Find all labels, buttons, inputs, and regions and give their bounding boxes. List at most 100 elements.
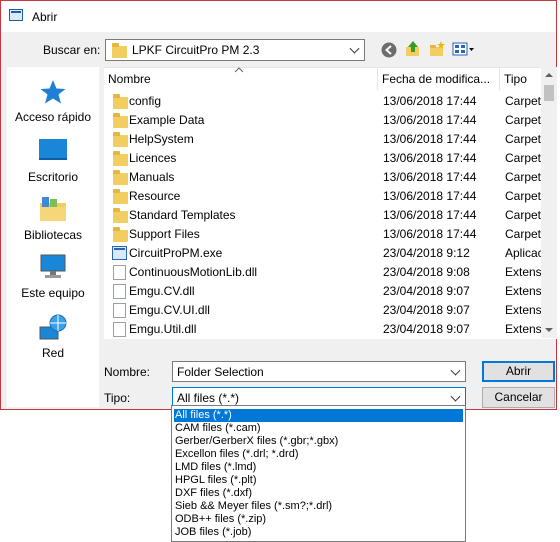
file-date: 13/06/2018 17:44 [383,227,477,241]
file-type: Carpeta [505,227,541,241]
sidebar-item-label: Red [41,346,64,360]
open-button[interactable]: Abrir [482,361,555,382]
file-date: 23/04/2018 9:12 [383,246,470,260]
file-name: Resource [129,189,181,203]
places-sidebar: Acceso rápido Escritorio Bibliotecas Est… [7,67,99,407]
chevron-down-icon[interactable] [450,365,461,376]
file-row[interactable]: Resource 13/06/2018 17:44 Carpeta [104,187,541,206]
filetype-label: Tipo: [104,391,131,405]
folder-icon [113,113,128,128]
chevron-down-icon [349,43,360,54]
sidebar-item-label: Este equipo [21,286,85,300]
file-row[interactable]: Emgu.Util.dll 23/04/2018 9:07 Extensión [104,320,541,339]
sidebar-item-network[interactable]: Red [7,313,99,360]
chevron-down-icon [450,391,461,402]
column-header-name[interactable]: Nombre [104,68,378,90]
file-name: Emgu.CV.dll [129,284,195,298]
file-row[interactable]: config 13/06/2018 17:44 Carpeta [104,92,541,111]
file-date: 13/06/2018 17:44 [383,170,477,184]
file-date: 13/06/2018 17:44 [383,113,477,127]
new-folder-icon[interactable] [428,40,446,58]
sidebar-item-label: Escritorio [27,170,78,184]
file-type: Extensión [505,303,541,317]
file-date: 13/06/2018 17:44 [383,94,477,108]
filetype-option[interactable]: Gerber/GerberX files (*.gbr;*.gbx) [174,435,463,448]
file-date: 13/06/2018 17:44 [383,208,477,222]
file-date: 23/04/2018 9:07 [383,322,470,336]
network-icon [39,314,67,340]
filename-value: Folder Selection [177,365,264,379]
back-arrow-icon[interactable] [380,41,398,59]
location-label: Buscar en: [43,43,101,57]
folder-icon [113,189,128,204]
file-row[interactable]: Example Data 13/06/2018 17:44 Carpeta [104,111,541,130]
folder-icon [113,132,128,147]
file-type: Extensión [505,322,541,336]
file-name: Support Files [129,227,200,241]
file-type: Aplicación [505,246,541,260]
sidebar-item-desktop[interactable]: Escritorio [7,137,99,184]
file-type: Carpeta [505,132,541,146]
file-row[interactable]: Emgu.CV.dll 23/04/2018 9:07 Extensión [104,282,541,301]
filetype-option[interactable]: LMD files (*.lmd) [174,461,463,474]
column-header-date[interactable]: Fecha de modifica... [378,68,500,90]
folder-icon [112,43,127,58]
scroll-down-icon[interactable] [545,328,553,332]
filetype-option[interactable]: HPGL files (*.plt) [174,474,463,487]
sidebar-item-this-pc[interactable]: Este equipo [7,253,99,300]
sidebar-item-quick-access[interactable]: Acceso rápido [7,79,99,124]
cancel-button[interactable]: Cancelar [482,387,555,408]
filename-input[interactable]: Folder Selection [172,361,466,382]
filetype-option[interactable]: Sieb && Meyer files (*.sm?;*.drl) [174,500,463,513]
file-name: Manuals [129,170,175,184]
file-row[interactable]: HelpSystem 13/06/2018 17:44 Carpeta [104,130,541,149]
filetype-option[interactable]: DXF files (*.dxf) [174,487,463,500]
window-icon [9,9,23,21]
filetype-option[interactable]: All files (*.*) [174,409,463,422]
filetype-value: All files (*.*) [177,391,240,405]
folder-icon [113,208,128,223]
location-value: LPKF CircuitPro PM 2.3 [132,43,260,57]
file-type: Extensión [505,284,541,298]
dll-file-icon [113,322,126,337]
file-row[interactable]: ContinuousMotionLib.dll 23/04/2018 9:08 Ex… [104,263,541,282]
file-name: Licences [129,151,177,165]
window-title: Abrir [32,10,58,24]
file-name: Emgu.Util.dll [129,322,197,336]
file-type: Carpeta [505,151,541,165]
filetype-option[interactable]: CAM files (*.cam) [174,422,463,435]
desktop-icon [39,139,67,160]
column-header-type[interactable]: Tipo [500,68,541,90]
dll-file-icon [113,303,126,318]
filetype-option[interactable]: Excellon files (*.drl; *.drd) [174,448,463,461]
filetype-option[interactable]: JOB files (*.job) [174,526,463,539]
file-type: Extensión [505,265,541,279]
file-row[interactable]: Support Files 13/06/2018 17:44 Carpeta [104,225,541,244]
scroll-up-icon[interactable] [545,73,553,77]
filename-label: Nombre: [104,365,151,379]
file-list[interactable]: Nombre Fecha de modifica... Tipo config 1… [104,67,557,339]
file-row[interactable]: Licences 13/06/2018 17:44 Carpeta [104,149,541,168]
file-row[interactable]: Manuals 13/06/2018 17:44 Carpeta [104,168,541,187]
file-name: config [129,94,162,108]
file-date: 23/04/2018 9:07 [383,303,470,317]
sidebar-item-libraries[interactable]: Bibliotecas [7,195,99,242]
location-combobox[interactable]: LPKF CircuitPro PM 2.3 [105,39,365,61]
file-date: 23/04/2018 9:08 [383,265,470,279]
file-name: HelpSystem [129,132,194,146]
computer-icon [40,254,66,278]
scrollbar-thumb[interactable] [544,85,554,101]
filetype-option[interactable]: ODB++ files (*.zip) [174,513,463,526]
file-row[interactable]: CircuitProPM.exe 23/04/2018 9:12 Aplicació… [104,244,541,263]
file-name: ContinuousMotionLib.dll [129,265,258,279]
dll-file-icon [113,284,126,299]
file-row[interactable]: Emgu.CV.UI.dll 23/04/2018 9:07 Extensión [104,301,541,320]
file-list-scrollbar[interactable] [541,67,557,338]
up-folder-icon[interactable] [404,40,422,58]
folder-icon [113,151,128,166]
file-row[interactable]: Standard Templates 13/06/2018 17:44 Carpet… [104,206,541,225]
file-type: Carpeta [505,113,541,127]
view-menu-icon[interactable] [452,41,476,59]
filetype-dropdown-list[interactable]: All files (*.*) CAM files (*.cam) Gerber/G… [171,405,466,542]
title-bar[interactable]: Abrir [1,1,556,32]
